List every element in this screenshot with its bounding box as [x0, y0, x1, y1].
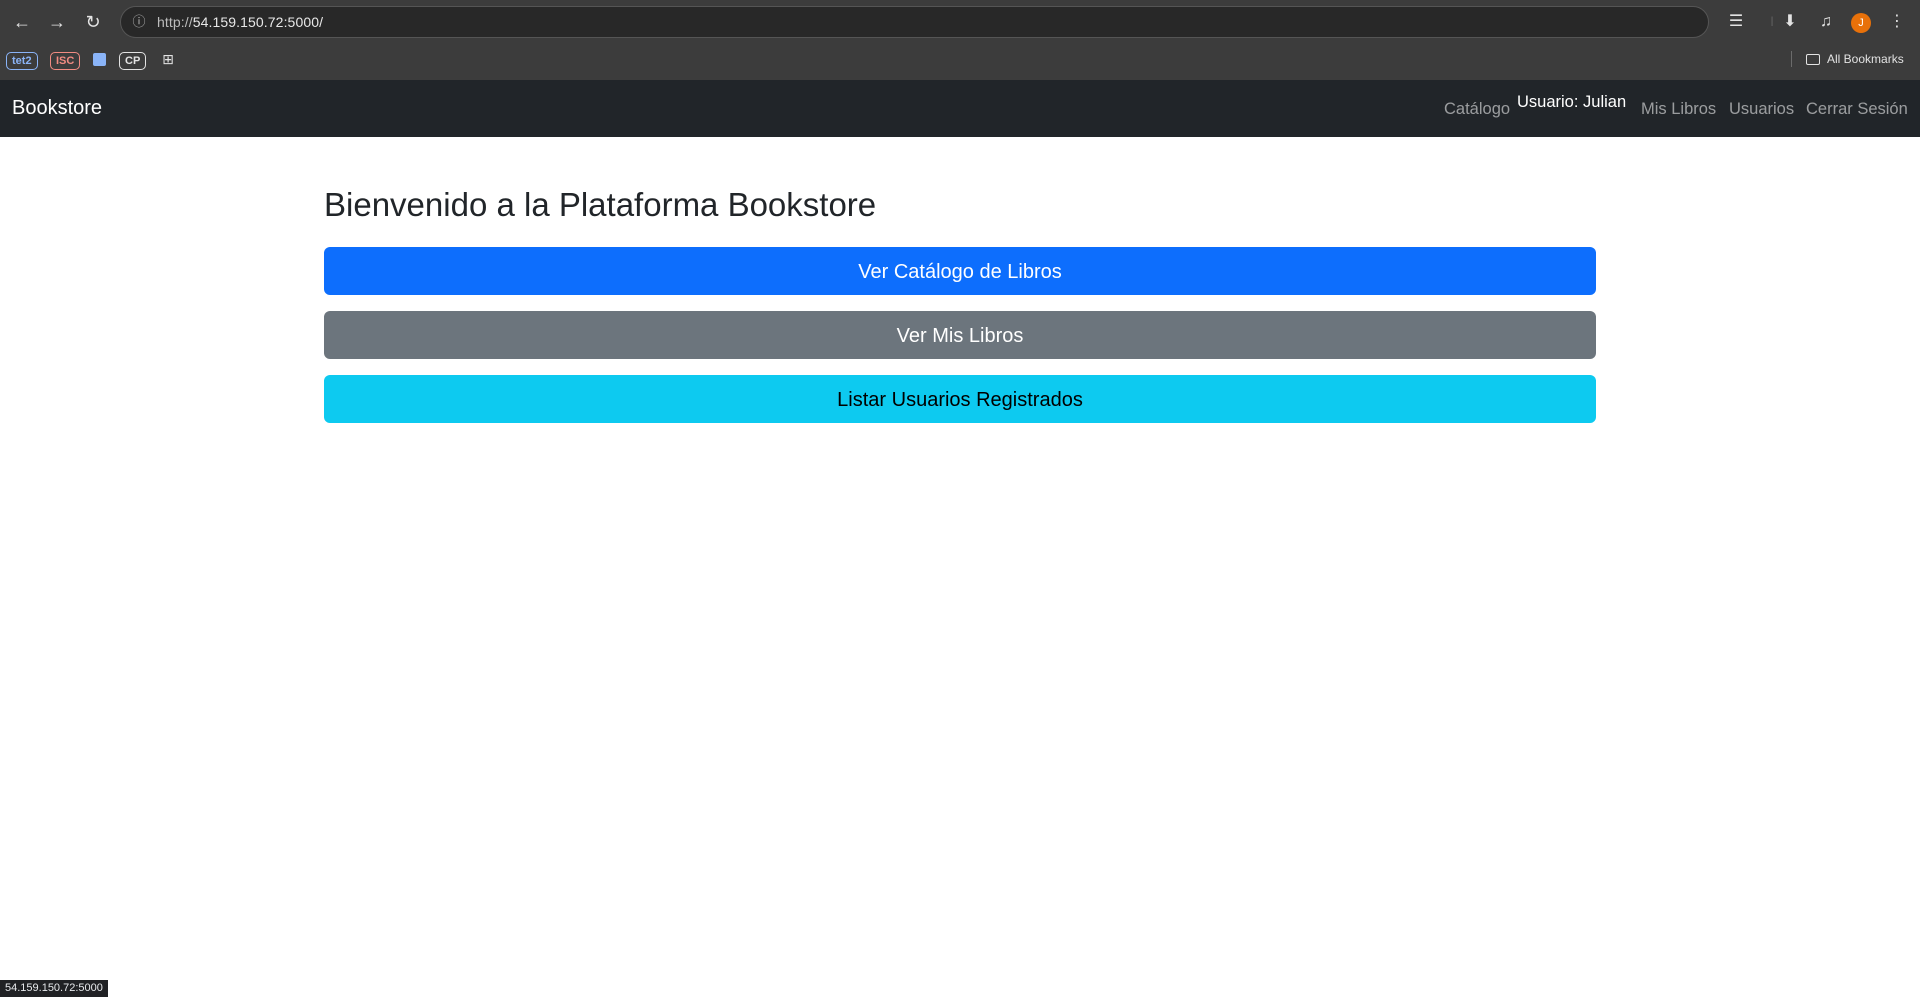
bookmarks-bar: tet2 ISC CP: [0, 44, 1920, 80]
extensions-icon[interactable]: ☰: [1725, 11, 1747, 33]
status-bar-url: 54.159.150.72:5000: [0, 980, 108, 997]
catalog-button[interactable]: Ver Catálogo de Libros: [324, 247, 1596, 295]
reload-icon[interactable]: ↻: [82, 11, 104, 33]
my-books-button[interactable]: Ver Mis Libros: [324, 311, 1596, 359]
bookmark-isc[interactable]: ISC: [50, 52, 81, 70]
forward-arrow-icon[interactable]: →: [46, 11, 68, 33]
bookmark-cp[interactable]: CP: [119, 52, 147, 70]
nav-link-catalogo[interactable]: Catálogo: [1444, 100, 1510, 119]
bookmarks-separator: [1791, 51, 1792, 67]
page-title: Bienvenido a la Plataforma Bookstore: [324, 186, 877, 223]
nav-link-usuarios[interactable]: Usuarios: [1729, 100, 1794, 119]
folder-icon: [1806, 54, 1820, 65]
url-host: 54.159.150.72:5000/: [192, 14, 324, 30]
nav-user-label: Usuario: Julian: [1517, 93, 1627, 111]
profile-avatar[interactable]: J: [1851, 13, 1871, 33]
nav-link-mis-libros[interactable]: Mis Libros: [1641, 100, 1716, 119]
back-arrow-icon[interactable]: ←: [11, 11, 33, 33]
url-scheme: http://: [157, 14, 193, 30]
browser-chrome: ← → ↻ ⓘ http://54.159.150.72:5000/ ☰ | ⬇…: [0, 0, 1920, 80]
browser-toolbar: ← → ↻ ⓘ http://54.159.150.72:5000/ ☰ | ⬇…: [0, 0, 1920, 44]
media-controls-icon[interactable]: ♫: [1815, 11, 1837, 33]
navbar-brand[interactable]: Bookstore: [12, 97, 102, 120]
all-bookmarks-label: All Bookmarks: [1827, 52, 1904, 66]
site-info-icon[interactable]: ⓘ: [131, 14, 147, 30]
address-bar[interactable]: ⓘ http://54.159.150.72:5000/: [120, 6, 1709, 38]
bookmark-tet2[interactable]: tet2: [6, 52, 38, 70]
address-bar-url[interactable]: http://54.159.150.72:5000/: [157, 14, 323, 30]
all-bookmarks-button[interactable]: All Bookmarks: [1806, 52, 1904, 66]
download-icon[interactable]: ⬇: [1779, 11, 1801, 33]
nav-link-cerrar-sesion[interactable]: Cerrar Sesión: [1806, 100, 1908, 119]
list-users-button[interactable]: Listar Usuarios Registrados: [324, 375, 1596, 423]
bookmark-blue-square-icon[interactable]: [93, 53, 106, 66]
site-navbar: Bookstore Catálogo Usuario: Julian Mis L…: [0, 80, 1920, 137]
menu-kebab-icon[interactable]: ⋮: [1886, 11, 1908, 33]
apps-grid-icon[interactable]: ⊞: [160, 51, 176, 67]
